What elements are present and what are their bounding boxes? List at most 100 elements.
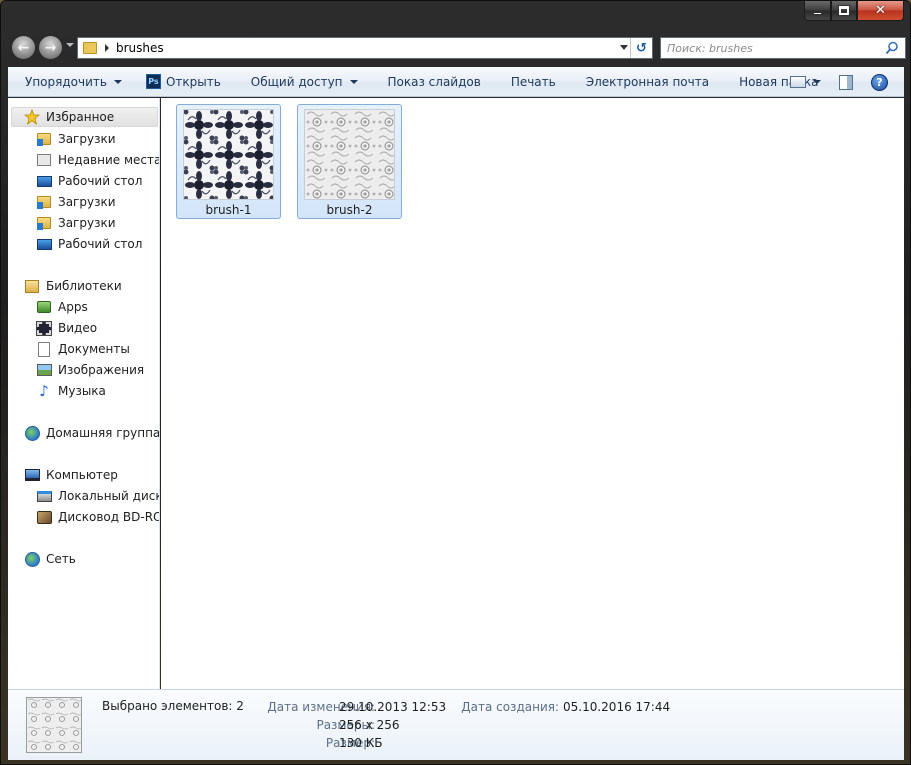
sidebar-item-label: Недавние места: [58, 153, 160, 167]
sidebar-item-label: Видео: [58, 321, 98, 335]
minimize-icon: [813, 12, 822, 15]
sidebar-item-desktop[interactable]: Рабочий стол: [36, 171, 142, 191]
sidebar-item-apps[interactable]: Apps: [36, 297, 88, 317]
dimensions-value: 256 x 256: [339, 718, 400, 732]
sidebar-item-libraries[interactable]: Библиотеки: [24, 276, 122, 296]
share-menu[interactable]: Общий доступ: [233, 67, 370, 97]
sidebar-item-downloads[interactable]: Загрузки: [36, 192, 116, 212]
desktop-icon: [36, 173, 52, 189]
sidebar-item-network[interactable]: Сеть: [24, 549, 76, 569]
sidebar-item-label: Домашняя группа: [46, 426, 160, 440]
sidebar-item-downloads[interactable]: Загрузки: [36, 213, 116, 233]
file-name: brush-1: [205, 203, 252, 217]
forward-button[interactable]: →: [38, 35, 63, 60]
share-label: Общий доступ: [250, 74, 343, 89]
sidebar-item-local-disk[interactable]: Локальный диск (C:): [36, 486, 160, 506]
bd-rom-drive-icon: [36, 509, 52, 525]
downloads-folder-icon: [36, 215, 52, 231]
sidebar-item-video[interactable]: Видео: [36, 318, 97, 338]
view-icon: [790, 76, 806, 88]
sidebar-item-label: Музыка: [58, 384, 106, 398]
chevron-down-icon: [113, 79, 122, 84]
sidebar-item-label: Apps: [58, 300, 88, 314]
sidebar-item-music[interactable]: ♪ Музыка: [36, 381, 106, 401]
star-icon: [24, 109, 40, 125]
email-label: Электронная почта: [585, 74, 710, 89]
change-view-button[interactable]: [782, 67, 829, 97]
sidebar-item-label: Рабочий стол: [58, 237, 143, 251]
close-button[interactable]: ✕: [857, 1, 904, 21]
downloads-folder-icon: [36, 194, 52, 210]
recent-pages-dropdown[interactable]: [66, 43, 74, 47]
size-value: 130 КБ: [339, 736, 383, 750]
breadcrumb-segment[interactable]: brushes: [116, 41, 164, 55]
details-pane: Выбрано элементов: 2 Дата изменения: 29.…: [8, 689, 904, 760]
created-label: Дата создания:: [461, 700, 559, 714]
file-name: brush-2: [326, 203, 373, 217]
sidebar-item-computer[interactable]: Компьютер: [24, 465, 118, 485]
photoshop-icon: Ps: [145, 74, 161, 89]
chevron-down-icon: [813, 80, 821, 84]
help-button[interactable]: ?: [863, 67, 904, 97]
sidebar-item-label: Сеть: [46, 552, 76, 566]
sidebar-item-label: Рабочий стол: [58, 174, 143, 188]
window-caption-buttons: ✕: [804, 1, 904, 22]
open-label: Открыть: [165, 74, 221, 89]
file-item-brush-2[interactable]: brush-2: [297, 104, 402, 219]
print-button[interactable]: Печать: [493, 67, 568, 97]
address-bar[interactable]: brushes ↺: [77, 37, 653, 59]
organize-menu[interactable]: Упорядочить: [8, 67, 134, 97]
sidebar-item-label: Загрузки: [58, 195, 116, 209]
sidebar-item-downloads[interactable]: Загрузки: [36, 129, 116, 149]
homegroup-icon: [24, 425, 40, 441]
file-list[interactable]: brush-1 brush-2: [161, 98, 904, 689]
file-thumbnail: [183, 109, 274, 200]
sidebar-item-homegroup[interactable]: Домашняя группа: [24, 423, 160, 443]
modified-value: 29.10.2013 12:53: [339, 700, 447, 714]
slideshow-label: Показ слайдов: [387, 74, 481, 89]
sidebar-item-recent-places[interactable]: Недавние места: [36, 150, 160, 170]
preview-pane-icon: [839, 74, 853, 90]
downloads-folder-icon: [36, 131, 52, 147]
folder-icon: [83, 42, 97, 54]
search-icon[interactable]: [885, 41, 899, 55]
slideshow-button[interactable]: Показ слайдов: [370, 67, 493, 97]
sidebar-item-desktop[interactable]: Рабочий стол: [36, 234, 142, 254]
selection-thumbnail: [26, 697, 82, 753]
maximize-button[interactable]: [831, 1, 857, 21]
file-item-brush-1[interactable]: brush-1: [176, 104, 281, 219]
sidebar-item-label: Избранное: [46, 110, 115, 124]
recent-places-icon: [36, 152, 52, 168]
desktop-icon: [36, 236, 52, 252]
arrow-right-icon: →: [44, 39, 57, 56]
apps-library-icon: [36, 299, 52, 315]
breadcrumb-arrow-icon[interactable]: [105, 44, 109, 52]
sidebar-item-pictures[interactable]: Изображения: [36, 360, 144, 380]
sidebar-item-label: Библиотеки: [46, 279, 122, 293]
sidebar-item-label: Загрузки: [58, 132, 116, 146]
preview-pane-button[interactable]: [829, 67, 863, 97]
back-button[interactable]: ←: [11, 35, 36, 60]
command-bar-right: ?: [782, 67, 904, 97]
arrow-left-icon: ←: [17, 39, 30, 56]
search-box: [660, 37, 906, 59]
sidebar-item-favorites[interactable]: Избранное: [11, 107, 158, 127]
refresh-button[interactable]: ↺: [630, 38, 652, 58]
network-icon: [24, 551, 40, 567]
search-input[interactable]: [667, 41, 877, 55]
open-button[interactable]: Ps Открыть: [134, 67, 233, 97]
navigation-pane: Избранное Загрузки Недавние места Рабочи…: [8, 98, 160, 689]
minimize-button[interactable]: [804, 1, 831, 21]
sidebar-item-label: Локальный диск (C:): [58, 489, 160, 503]
print-label: Печать: [510, 74, 556, 89]
sidebar-item-bd-rom[interactable]: Дисковод BD-ROM: [36, 507, 159, 527]
video-library-icon: [36, 320, 52, 336]
local-disk-icon: [36, 488, 52, 504]
maximize-icon: [838, 5, 850, 16]
email-button[interactable]: Электронная почта: [568, 67, 721, 97]
address-history-dropdown[interactable]: [620, 45, 628, 50]
music-library-icon: ♪: [39, 382, 49, 400]
created-value: 05.10.2016 17:44: [563, 700, 671, 714]
command-bar: Упорядочить Ps Открыть Общий доступ Пока…: [8, 67, 904, 97]
sidebar-item-documents[interactable]: Документы: [36, 339, 130, 359]
